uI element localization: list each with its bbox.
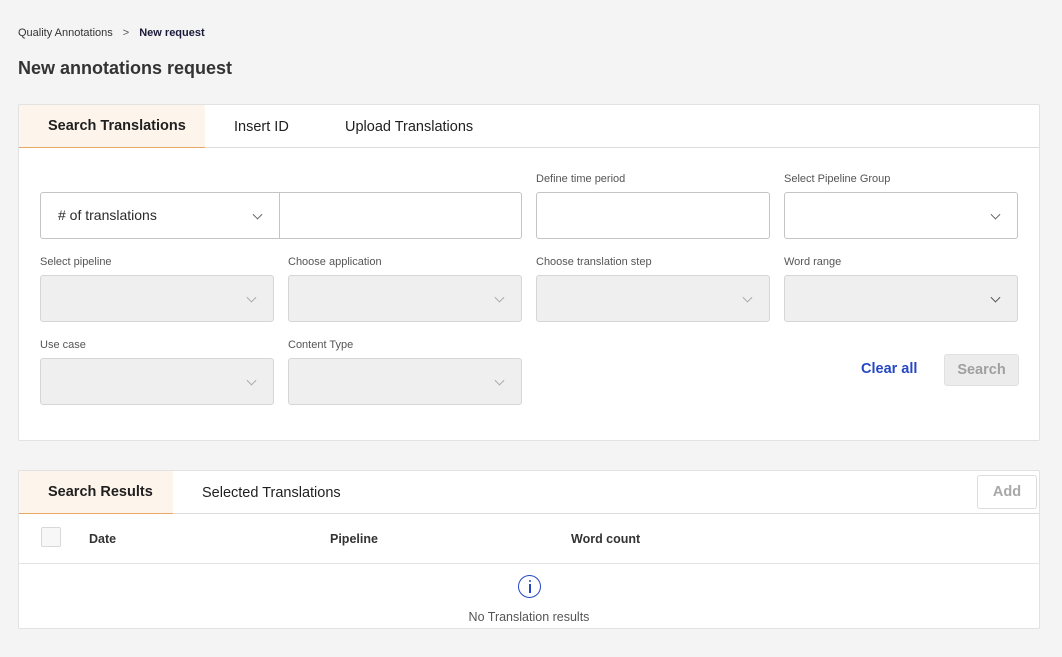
tab-search-translations[interactable]: Search Translations — [19, 105, 205, 148]
chevron-down-icon — [494, 375, 505, 386]
info-icon — [518, 575, 541, 598]
pipeline-label: Select pipeline — [40, 256, 112, 268]
chevron-down-icon — [742, 292, 753, 303]
translations-count-select[interactable]: # of translations — [40, 192, 280, 239]
results-tabs: Search Results Selected Translations Add — [19, 471, 1039, 514]
tab-search-results[interactable]: Search Results — [19, 471, 173, 514]
time-period-input[interactable] — [536, 192, 770, 239]
tab-insert-id[interactable]: Insert ID — [205, 105, 317, 148]
use-case-label: Use case — [40, 339, 86, 351]
search-tabs: Search Translations Insert ID Upload Tra… — [19, 105, 1039, 148]
chevron-down-icon — [494, 292, 505, 303]
pipeline-group-label: Select Pipeline Group — [784, 173, 891, 185]
application-label: Choose application — [288, 256, 382, 268]
results-table-header: Date Pipeline Word count — [19, 515, 1039, 564]
breadcrumb-current: New request — [139, 27, 205, 39]
tab-selected-translations[interactable]: Selected Translations — [173, 471, 341, 514]
pipeline-select[interactable] — [40, 275, 274, 322]
chevron-right-icon: > — [122, 27, 130, 39]
translation-step-label: Choose translation step — [536, 256, 652, 268]
tab-upload-translations[interactable]: Upload Translations — [317, 105, 473, 148]
word-range-label: Word range — [784, 256, 842, 268]
select-all-checkbox[interactable] — [41, 527, 61, 547]
content-type-select[interactable] — [288, 358, 522, 405]
empty-state-text: No Translation results — [468, 610, 590, 624]
translations-count-select-value: # of translations — [58, 207, 157, 223]
translation-step-select[interactable] — [536, 275, 770, 322]
chevron-down-icon — [990, 292, 1001, 303]
page-title: New annotations request — [18, 58, 233, 78]
chevron-down-icon — [246, 375, 257, 386]
search-button[interactable]: Search — [944, 354, 1019, 386]
chevron-down-icon — [252, 209, 263, 220]
word-range-select[interactable] — [784, 275, 1018, 322]
chevron-down-icon — [246, 292, 257, 303]
chevron-down-icon — [990, 209, 1001, 220]
breadcrumb-link-quality-annotations[interactable]: Quality Annotations — [18, 27, 113, 39]
clear-all-button[interactable]: Clear all — [861, 361, 917, 377]
time-period-label: Define time period — [536, 173, 626, 185]
breadcrumb: Quality Annotations > New request — [18, 27, 205, 39]
pipeline-group-select[interactable] — [784, 192, 1018, 239]
results-card: Search Results Selected Translations Add… — [18, 470, 1040, 629]
content-type-label: Content Type — [288, 339, 354, 351]
column-header-word-count[interactable]: Word count — [571, 532, 640, 546]
application-select[interactable] — [288, 275, 522, 322]
column-header-pipeline[interactable]: Pipeline — [330, 532, 378, 546]
search-card: Search Translations Insert ID Upload Tra… — [18, 104, 1040, 441]
add-button[interactable]: Add — [977, 475, 1037, 509]
use-case-select[interactable] — [40, 358, 274, 405]
column-header-date[interactable]: Date — [89, 532, 116, 546]
translations-count-input[interactable] — [279, 192, 522, 239]
